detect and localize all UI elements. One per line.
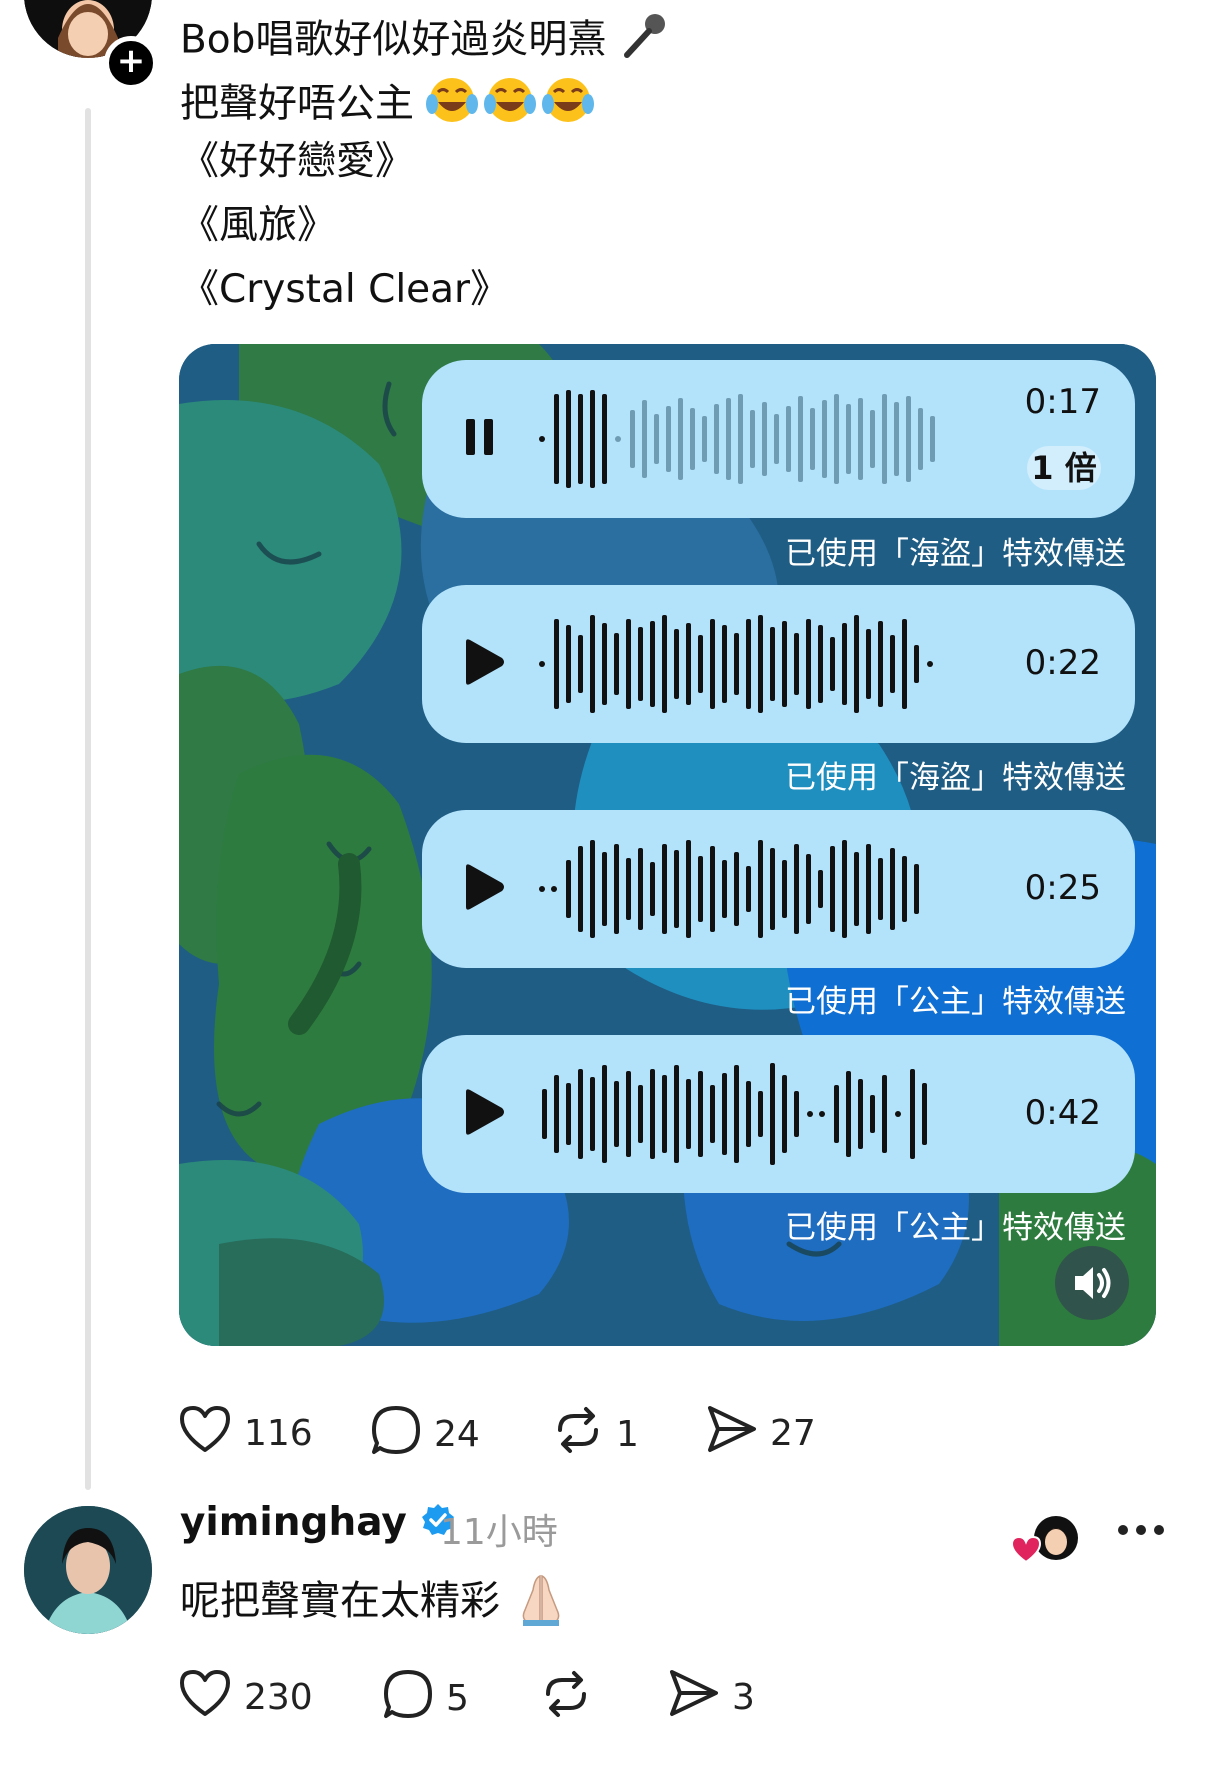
- voice-duration: 0:17: [1024, 382, 1101, 422]
- reply-text: 呢把聲實在太精彩: [180, 1568, 569, 1636]
- thread-connector-line: [85, 108, 91, 1490]
- reply-share-count: 3: [732, 1677, 755, 1718]
- repost-button[interactable]: 1: [552, 1404, 639, 1465]
- post-text-line-5: 《Crystal Clear》: [180, 267, 510, 312]
- voice-effect-caption: 已使用「海盜」特效傳送: [785, 760, 1126, 796]
- share-count: 27: [770, 1413, 816, 1454]
- repost-icon: [552, 1404, 604, 1465]
- like-count: 116: [244, 1413, 313, 1454]
- reply-comment-button[interactable]: 5: [382, 1668, 469, 1729]
- like-button[interactable]: 116: [178, 1404, 313, 1463]
- share-button[interactable]: 27: [704, 1404, 816, 1463]
- more-options-icon[interactable]: [1116, 1522, 1166, 1541]
- reply-comment-count: 5: [446, 1678, 469, 1719]
- waveform[interactable]: [538, 1035, 1058, 1193]
- voice-message-2[interactable]: 0:22: [422, 585, 1135, 743]
- reply-like-count: 230: [244, 1677, 313, 1718]
- heart-icon: [178, 1404, 232, 1463]
- waveform-played-partial[interactable]: [538, 360, 1058, 518]
- repost-icon: [540, 1668, 592, 1729]
- play-icon[interactable]: [460, 638, 506, 690]
- voice-effect-caption: 已使用「公主」特效傳送: [785, 984, 1126, 1020]
- reply-repost-button[interactable]: [540, 1668, 592, 1729]
- send-icon: [704, 1404, 758, 1463]
- comment-button[interactable]: 24: [370, 1404, 480, 1465]
- reply-username[interactable]: yiminghay: [180, 1500, 456, 1548]
- pause-icon[interactable]: [460, 415, 500, 463]
- post-text-line-3: 《好好戀愛》: [180, 139, 415, 184]
- send-icon: [666, 1668, 720, 1727]
- reply-timestamp: 11小時: [440, 1512, 558, 1553]
- waveform[interactable]: [538, 810, 1058, 968]
- folded-hands-icon: [513, 1570, 569, 1636]
- voice-message-4[interactable]: 0:42: [422, 1035, 1135, 1193]
- tears-of-joy-icon: [426, 74, 596, 138]
- voice-effect-caption: 已使用「公主」特效傳送: [785, 1210, 1126, 1246]
- post-text-line-4: 《風旅》: [180, 203, 337, 248]
- voice-duration: 0:25: [1024, 868, 1101, 908]
- heart-icon: [178, 1668, 232, 1727]
- microphone-icon: [619, 11, 669, 73]
- post-text-line-1: Bob唱歌好似好過炎明熹: [180, 11, 669, 73]
- voice-duration: 0:42: [1024, 1093, 1101, 1133]
- voice-effect-caption: 已使用「海盜」特效傳送: [785, 536, 1126, 572]
- play-icon[interactable]: [460, 1088, 506, 1140]
- voice-message-1[interactable]: 0:17 1 倍: [422, 360, 1135, 518]
- voice-duration: 0:22: [1024, 643, 1101, 683]
- reply-share-button[interactable]: 3: [666, 1668, 755, 1727]
- reply-author-avatar[interactable]: [24, 1506, 152, 1634]
- comment-icon: [370, 1404, 422, 1465]
- follow-plus-icon[interactable]: +: [104, 36, 158, 90]
- playback-speed-button[interactable]: 1 倍: [1027, 446, 1101, 490]
- speaker-icon[interactable]: [1055, 1246, 1129, 1320]
- voice-messages-image[interactable]: 0:17 1 倍 已使用「海盜」特效傳送 0:22 已使用「海盜」特效傳送 0:…: [179, 344, 1156, 1346]
- repost-count: 1: [616, 1414, 639, 1455]
- post-text-line-2: 把聲好唔公主: [180, 74, 596, 138]
- voice-message-3[interactable]: 0:25: [422, 810, 1135, 968]
- play-icon[interactable]: [460, 863, 506, 915]
- waveform[interactable]: [538, 585, 1058, 743]
- reply-like-button[interactable]: 230: [178, 1668, 313, 1727]
- comment-count: 24: [434, 1414, 480, 1455]
- comment-icon: [382, 1668, 434, 1729]
- author-liked-indicator: [1010, 1512, 1082, 1572]
